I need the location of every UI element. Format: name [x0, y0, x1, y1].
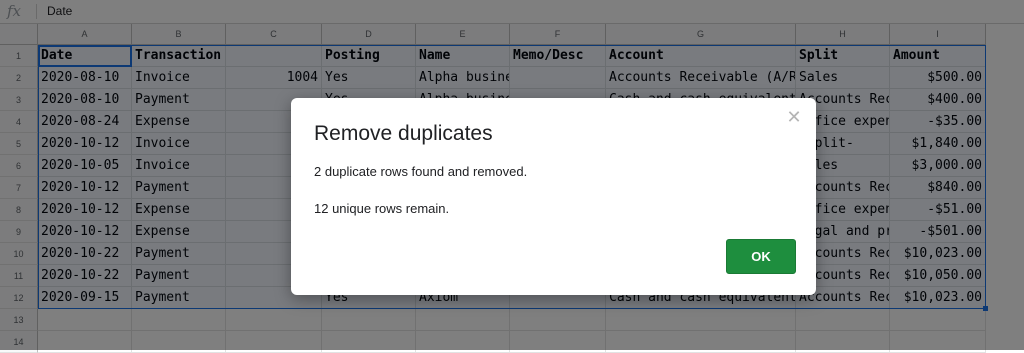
dialog-message-duplicates: 2 duplicate rows found and removed.	[314, 164, 528, 179]
remove-duplicates-dialog: Remove duplicates ✕ 2 duplicate rows fou…	[291, 98, 816, 295]
dialog-message-unique: 12 unique rows remain.	[314, 201, 450, 216]
close-icon[interactable]: ✕	[786, 108, 802, 126]
ok-button[interactable]: OK	[726, 239, 796, 274]
dialog-title: Remove duplicates	[314, 122, 493, 145]
